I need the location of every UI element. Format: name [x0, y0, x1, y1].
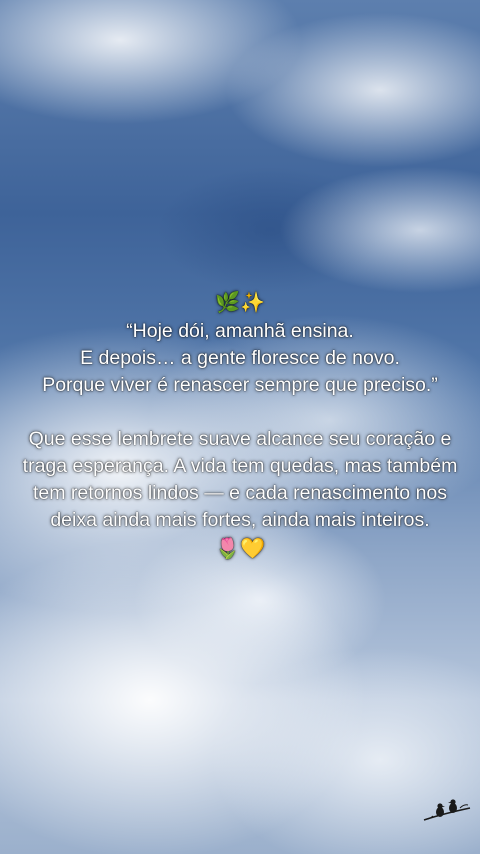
emoji-bottom: 🌷💛 — [215, 538, 265, 560]
birds-on-branch-icon — [423, 799, 471, 821]
caption-overlay: 🌿✨ “Hoje dói, amanhã ensina. E depois… a… — [20, 288, 460, 564]
message-text: Que esse lembrete suave alcance seu cora… — [22, 428, 458, 531]
emoji-top: 🌿✨ — [215, 292, 265, 314]
quote-text: “Hoje dói, amanhã ensina. E depois… a ge… — [42, 320, 438, 396]
